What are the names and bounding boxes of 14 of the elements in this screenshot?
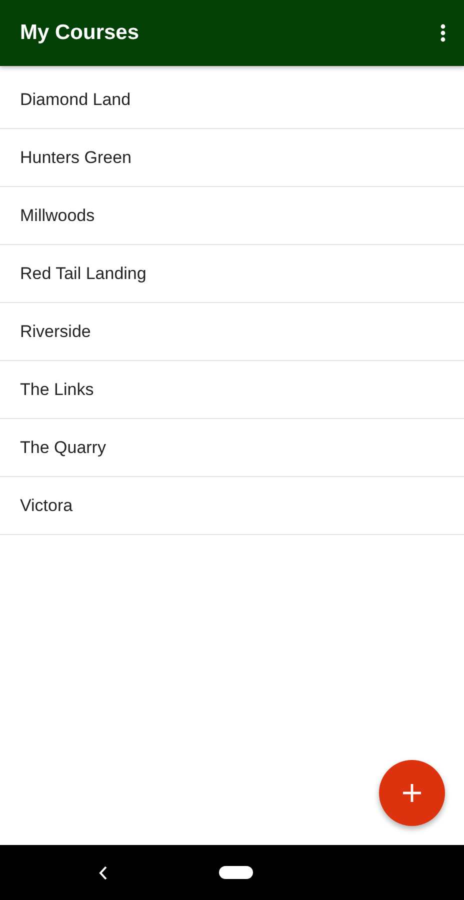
home-pill-icon[interactable] xyxy=(219,866,253,879)
course-item[interactable]: Red Tail Landing xyxy=(0,245,464,303)
add-button[interactable] xyxy=(379,760,445,826)
back-icon[interactable] xyxy=(99,866,107,880)
course-item[interactable]: Victora xyxy=(0,477,464,535)
course-item[interactable]: Millwoods xyxy=(0,187,464,245)
app-title: My Courses xyxy=(20,21,140,45)
course-item[interactable]: Hunters Green xyxy=(0,129,464,187)
plus-icon xyxy=(402,783,422,803)
course-item[interactable]: The Quarry xyxy=(0,419,464,477)
course-item[interactable]: Diamond Land xyxy=(0,71,464,129)
course-item[interactable]: Riverside xyxy=(0,303,464,361)
more-options-icon[interactable] xyxy=(440,24,446,42)
course-item[interactable]: The Links xyxy=(0,361,464,419)
